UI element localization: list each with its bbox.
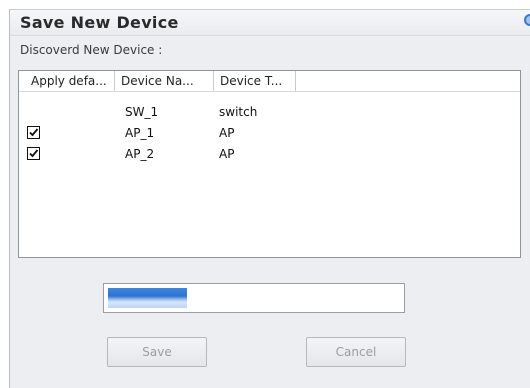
device-type-cell: AP (219, 126, 235, 140)
save-button[interactable]: Save (107, 337, 207, 367)
device-type-cell: switch (219, 105, 258, 119)
table-row[interactable]: AP_2 AP (19, 143, 520, 165)
apply-default-checkbox[interactable] (27, 126, 40, 139)
section-label: Discoverd New Device : (20, 43, 163, 57)
cancel-button[interactable]: Cancel (306, 337, 406, 367)
device-type-cell: AP (219, 147, 235, 161)
dialog-titlebar: Save New Device (10, 10, 530, 36)
column-header-device-name[interactable]: Device Na... (115, 71, 214, 91)
checkmark-icon (29, 128, 39, 137)
dialog-title: Save New Device (20, 13, 179, 32)
table-row[interactable]: AP_1 AP (19, 122, 520, 144)
device-table: Apply defa... Device Na... Device T... S… (18, 70, 521, 258)
device-name-cell: AP_2 (125, 147, 155, 161)
save-progress-bar (103, 283, 405, 313)
device-name-cell: AP_1 (125, 126, 155, 140)
column-header-apply-default[interactable]: Apply defa... (19, 71, 115, 91)
checkmark-icon (29, 149, 39, 158)
table-row[interactable]: SW_1 switch (19, 101, 520, 123)
progress-fill (108, 288, 187, 308)
column-header-device-type[interactable]: Device T... (214, 71, 296, 91)
info-orb-icon (524, 14, 530, 26)
table-header: Apply defa... Device Na... Device T... (19, 71, 520, 92)
apply-default-checkbox[interactable] (27, 147, 40, 160)
device-name-cell: SW_1 (125, 105, 159, 119)
